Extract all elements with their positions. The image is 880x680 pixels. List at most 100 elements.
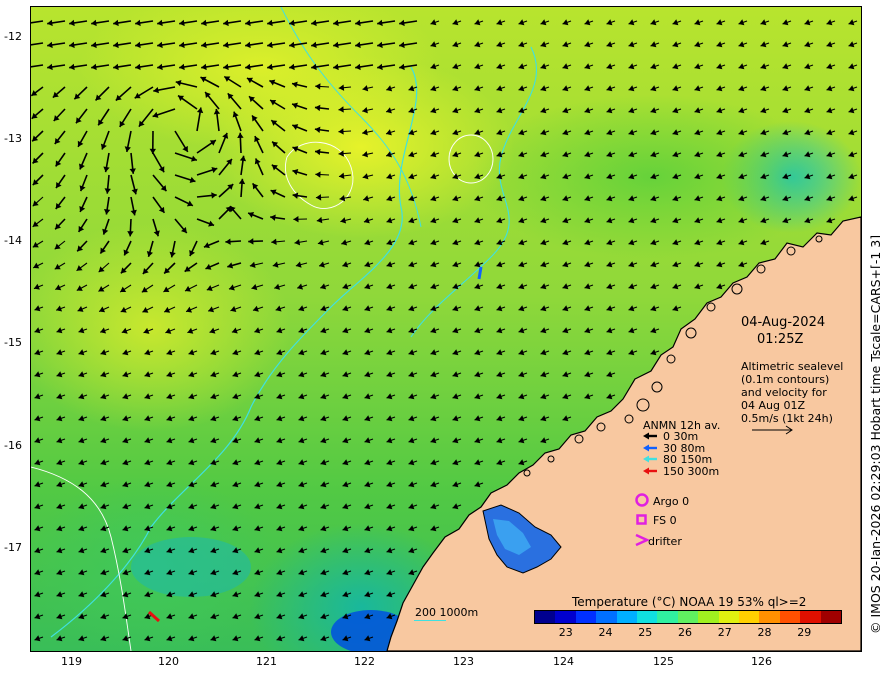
drifter-legend-label: drifter: [648, 535, 682, 548]
y-tick-label: -16: [4, 439, 22, 452]
velocity-arrow: [31, 42, 44, 46]
velocity-arrowhead: [76, 265, 83, 271]
island: [624, 414, 634, 424]
velocity-arrowhead: [293, 216, 299, 223]
colorbar-swatch: [616, 611, 638, 623]
velocity-arrowhead: [339, 195, 346, 202]
y-tick-label: -17: [4, 541, 22, 554]
argo-legend-label: Argo 0: [653, 495, 690, 508]
x-tick-label: 119: [61, 655, 82, 668]
velocity-arrowhead: [248, 238, 254, 245]
cool-water-patch: [131, 537, 251, 597]
velocity-arrowhead: [130, 209, 137, 216]
colorbar-swatch: [779, 611, 801, 623]
anmn-arrow-icon: [643, 467, 657, 475]
velocity-arrowhead: [294, 239, 301, 246]
colorbar-swatch: [677, 611, 699, 623]
colorbar-tick-label: 25: [638, 626, 653, 639]
island: [731, 283, 743, 295]
velocity-arrowhead: [272, 261, 279, 268]
velocity-arrowhead: [169, 251, 176, 258]
island: [574, 434, 584, 444]
velocity-arrowhead: [175, 79, 182, 87]
colorbar-swatch: [820, 611, 842, 623]
date-label: 04-Aug-2024: [741, 315, 826, 330]
velocity-arrowhead: [362, 151, 369, 158]
colorbar-swatch: [596, 611, 617, 623]
velocity-arrowhead: [362, 173, 369, 180]
velocity-arrowhead: [32, 221, 39, 227]
velocity-arrowhead: [315, 148, 321, 156]
scale-arrow-icon: [752, 425, 793, 435]
velocity-arrowhead: [54, 243, 61, 250]
anmn-mooring-arrow-blue: [477, 266, 483, 280]
island: [636, 398, 650, 412]
colorbar-swatch: [555, 611, 576, 623]
velocity-arrowhead: [362, 107, 368, 114]
velocity-arrowhead: [338, 106, 344, 113]
anmn-legend-item: 150 300m: [663, 465, 720, 478]
isobath-legend-label: 200 1000m: [415, 606, 479, 619]
colorbar-swatch: [800, 611, 821, 623]
x-tick-label: 120: [158, 655, 179, 668]
velocity-arrowhead: [131, 188, 138, 195]
anmn-arrow-icon: [643, 432, 657, 440]
velocity-arrowhead: [362, 85, 369, 92]
argo-circle-icon: [635, 493, 649, 507]
fs-legend-label: FS 0: [653, 514, 677, 527]
velocity-arrowhead: [314, 126, 321, 133]
velocity-arrowhead: [315, 83, 321, 90]
x-tick-label: 126: [751, 655, 772, 668]
colorbar-swatch: [657, 611, 678, 623]
y-tick-label: -12: [4, 30, 22, 43]
velocity-arrowhead: [292, 81, 298, 88]
velocity-arrowhead: [271, 238, 277, 246]
island: [756, 264, 766, 274]
x-tick-label: 123: [453, 655, 474, 668]
colorbar-title: Temperature (°C) NOAA 19 53% ql>=2: [572, 595, 807, 609]
x-tick-label: 122: [354, 655, 375, 668]
time-label: 01:25Z: [757, 332, 804, 347]
velocity-arrowhead: [127, 231, 134, 237]
y-tick-label: -13: [4, 132, 22, 145]
velocity-arrow: [31, 64, 44, 68]
velocity-arrowhead: [317, 239, 324, 246]
velocity-arrowhead: [338, 172, 345, 180]
altimetry-note-line: 04 Aug 01Z: [741, 399, 806, 412]
velocity-arrow: [31, 20, 44, 24]
anmn-arrow-icon: [643, 444, 657, 452]
colorbar-swatch: [535, 611, 556, 623]
anmn-arrow-icon: [643, 455, 657, 463]
altimetry-note-line: (0.1m contours): [741, 373, 830, 386]
island: [666, 354, 676, 364]
colorbar-tick-label: 27: [717, 626, 732, 639]
altimetry-note-line: Altimetric sealevel: [741, 360, 844, 373]
velocity-arrowhead: [237, 132, 244, 139]
ssh-contour: [31, 466, 132, 651]
velocity-arrowhead: [340, 217, 347, 224]
y-tick-label: -15: [4, 336, 22, 349]
map-canvas[interactable]: [31, 7, 861, 651]
velocity-arrowhead: [315, 194, 322, 201]
colorbar-swatch: [718, 611, 740, 623]
island: [815, 235, 823, 243]
colorbar-swatch: [739, 611, 760, 623]
velocity-arrowhead: [315, 171, 321, 178]
colorbar-tick-label: 29: [797, 626, 812, 639]
colorbar-tick-label: 23: [558, 626, 573, 639]
isobath-1000-contour: [410, 46, 537, 338]
velocity-arrowhead: [227, 262, 234, 269]
island: [596, 422, 606, 432]
anmn-legend-arrows: [643, 432, 657, 475]
island: [786, 246, 796, 256]
colorbar-tick-label: 28: [757, 626, 772, 639]
velocity-arrowhead: [314, 104, 321, 112]
map-panel[interactable]: [30, 6, 862, 652]
x-tick-label: 121: [256, 655, 277, 668]
velocity-arrowhead: [129, 168, 136, 174]
velocity-arrowhead: [225, 238, 231, 245]
velocity-arrowhead: [362, 129, 368, 136]
colorbar-tick-label: 26: [678, 626, 692, 639]
y-tick-label: -14: [4, 234, 22, 247]
colorbar-swatch: [759, 611, 780, 623]
